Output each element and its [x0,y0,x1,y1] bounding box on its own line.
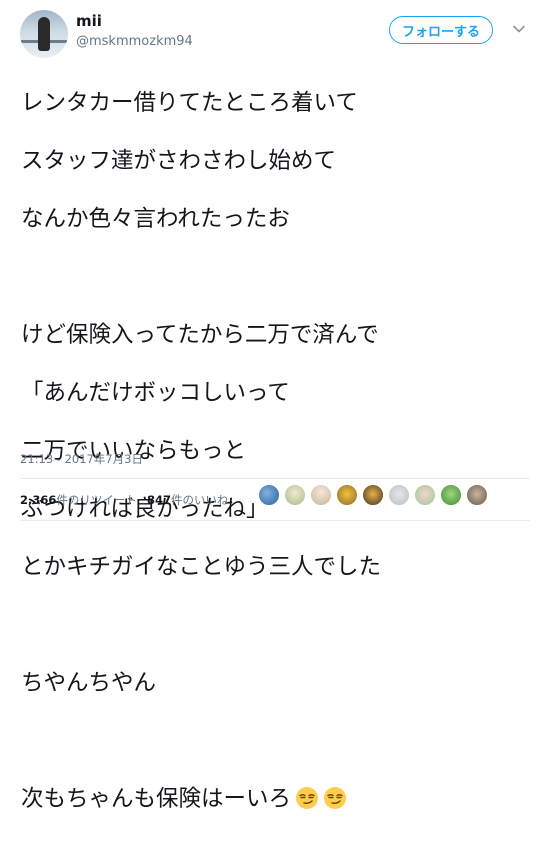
tweet-line [21,263,531,292]
display-name[interactable]: mii [76,12,102,30]
smirking-face-icon [296,787,319,809]
retweet-count[interactable]: 2,366件のリツイート [20,492,137,508]
tweet-line: とかキチガイなことゆう三人でした [21,554,382,580]
avatar[interactable] [466,484,488,506]
tweet-timestamp[interactable]: 21:13 - 2017年7月3日 [20,451,143,467]
tweet-line-last: 次もちゃんも保険はーいろ [21,785,531,814]
tweet-line [21,611,531,640]
avatar[interactable] [414,484,436,506]
like-count-value: 847 [147,493,172,507]
follow-button[interactable]: フォローする [389,16,493,44]
like-count[interactable]: 847件のいいね [147,492,229,508]
avatar[interactable] [336,484,358,506]
chevron-down-icon[interactable] [512,22,526,36]
tweet-line: なんか色々言われたったお [21,206,290,232]
divider [20,520,530,521]
avatar[interactable] [440,484,462,506]
tweet-line: ちやんちやん [21,670,157,696]
user-handle[interactable]: @mskmmozkm94 [76,34,193,49]
tweet-line-text: 次もちゃんも保険はーいろ [21,786,292,812]
tweet-header: mii @mskmmozkm94 フォローする [0,0,543,58]
tweet-line: レンタカー借りてたところ着いて [21,90,358,116]
tweet-line: 「あんだけボッコしいって [21,380,290,406]
avatar[interactable] [362,484,384,506]
avatar[interactable] [284,484,306,506]
tweet-line: けど保険入ってたから二万で済んで [21,322,379,348]
avatar[interactable] [388,484,410,506]
retweet-count-label: 件のリツイート [56,493,137,507]
like-count-label: 件のいいね [171,493,229,507]
avatar[interactable] [20,10,68,58]
divider [20,478,530,479]
engagement-stats: 2,366件のリツイート 847件のいいね [20,484,530,512]
retweet-count-value: 2,366 [20,493,57,507]
avatar[interactable] [310,484,332,506]
tweet-line: スタッフ達がさわさわし始めて [21,148,337,174]
tweet-line [21,727,531,756]
follow-button-label: フォローする [401,24,480,40]
avatar[interactable] [258,484,280,506]
smirking-face-icon [324,787,347,809]
